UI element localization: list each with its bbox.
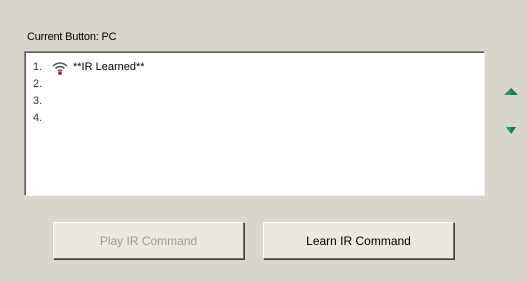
- learn-ir-command-button[interactable]: Learn IR Command: [263, 222, 454, 259]
- list-item[interactable]: 4.: [33, 111, 49, 125]
- list-item-number: 1.: [33, 61, 43, 73]
- ir-command-panel: Current Button: PC 1. **IR Learned** 2. …: [0, 0, 527, 282]
- list-item-number: 4.: [33, 112, 43, 124]
- list-item-text: **IR Learned**: [73, 61, 145, 73]
- list-item[interactable]: 2.: [33, 77, 49, 91]
- current-button-label: Current Button: PC: [27, 31, 117, 43]
- ir-command-list[interactable]: 1. **IR Learned** 2. 3. 4.: [24, 51, 485, 196]
- arrow-up-icon[interactable]: [503, 87, 519, 97]
- list-item[interactable]: 1. **IR Learned**: [33, 60, 145, 75]
- ir-signal-icon: [52, 62, 68, 75]
- arrow-down-icon[interactable]: [505, 125, 517, 135]
- list-item-number: 3.: [33, 95, 43, 107]
- play-ir-command-button[interactable]: Play IR Command: [53, 222, 244, 259]
- list-item-number: 2.: [33, 78, 43, 90]
- list-item[interactable]: 3.: [33, 94, 49, 108]
